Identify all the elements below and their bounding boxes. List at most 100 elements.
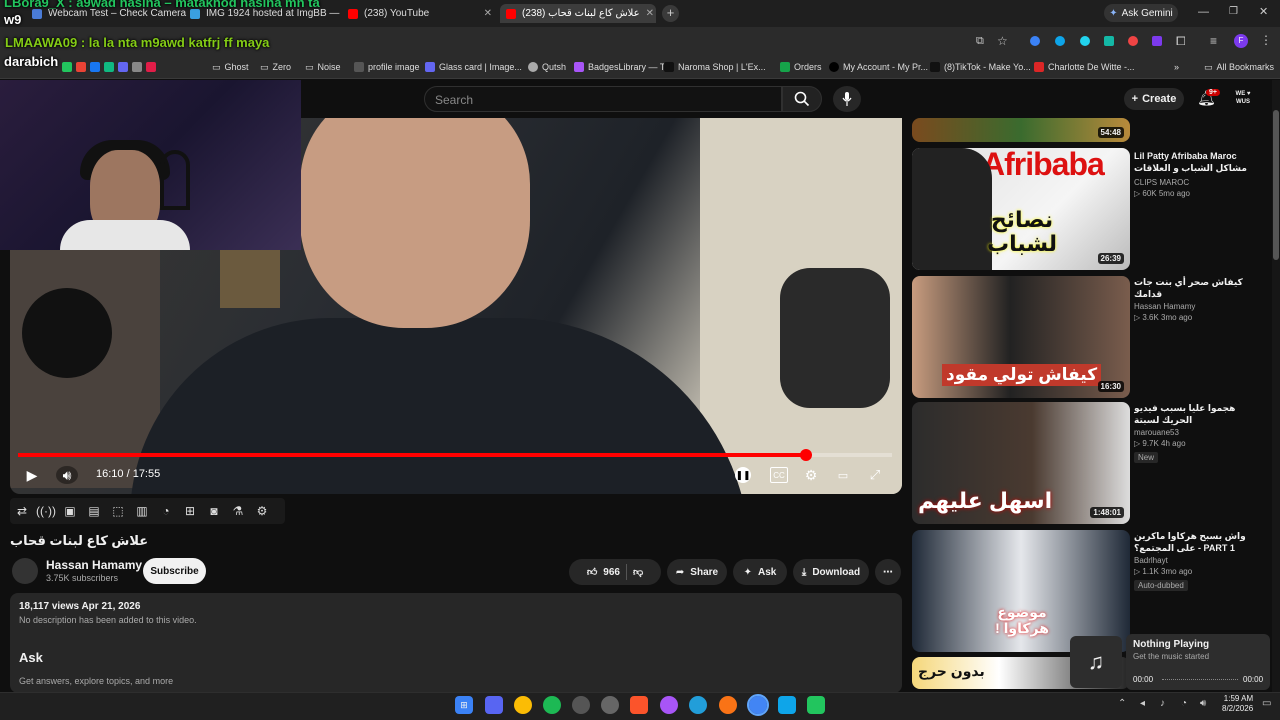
play-icon[interactable]: ▶ xyxy=(22,466,42,484)
tab-youtube-home[interactable]: (238) YouTube ✕ xyxy=(342,4,498,23)
minimize-icon[interactable]: — xyxy=(1198,6,1209,18)
more-actions-button[interactable]: ⋯ xyxy=(875,559,901,585)
download-button[interactable]: ⤓ Download xyxy=(793,559,869,585)
sidebar-thumbnail[interactable]: اسهل عليهم 1:48:01 xyxy=(912,402,1130,524)
cast-icon[interactable]: ⧉ xyxy=(976,35,984,48)
flask-icon[interactable]: ⚗ xyxy=(226,501,250,521)
page-scrollbar[interactable] xyxy=(1272,80,1280,692)
search-button[interactable] xyxy=(782,86,822,112)
extension-icon[interactable] xyxy=(1080,36,1090,46)
subscribe-button[interactable]: Subscribe xyxy=(143,558,206,584)
cinema-icon[interactable]: ▥ xyxy=(130,501,154,521)
bookmark-badgeslibrary[interactable]: BadgesLibrary — T... xyxy=(574,59,672,75)
scrollbar-thumb[interactable] xyxy=(1273,110,1279,260)
speed-gauge-icon[interactable]: ◔ xyxy=(154,501,178,521)
create-button[interactable]: + Create xyxy=(1124,88,1184,110)
app-icon[interactable] xyxy=(660,696,678,714)
audio-waves-icon[interactable]: ((·)) xyxy=(34,501,58,521)
bookmark-qutsh[interactable]: Qutsh xyxy=(528,59,566,75)
volume-icon[interactable]: 🔊︎ xyxy=(56,466,78,484)
ask-gemini-button[interactable]: ✦ Ask Gemini xyxy=(1104,4,1178,22)
bookmark-naroma-shop[interactable]: Naroma Shop | L'Ex... xyxy=(664,59,766,75)
bookmark-noise[interactable]: ▭ Noise xyxy=(305,59,341,75)
theater-mode-icon[interactable]: ▭ xyxy=(834,467,852,483)
close-tab-icon[interactable]: ✕ xyxy=(484,8,492,19)
fullscreen-icon[interactable]: ⤢ xyxy=(866,466,884,484)
maximize-icon[interactable]: ❐ xyxy=(1229,6,1238,17)
all-bookmarks[interactable]: ▭ All Bookmarks xyxy=(1204,59,1274,75)
bookmark-tiktok[interactable]: (8)TikTok - Make Yo... xyxy=(930,59,1031,75)
sidebar-video-meta[interactable]: هجموا عليا بسبب فيديو الحريك لسبتة marou… xyxy=(1134,402,1262,463)
obs-icon[interactable] xyxy=(572,696,590,714)
notification-center-icon[interactable]: ▭ xyxy=(1262,698,1271,709)
account-avatar[interactable]: WE ♥ WUS xyxy=(1232,90,1254,108)
bookmark-star-icon[interactable]: ☆ xyxy=(997,34,1008,48)
sidebar-thumbnail[interactable]: موضوع هركاوا ! xyxy=(912,530,1130,652)
reading-list-icon[interactable]: ≡ xyxy=(1210,34,1217,48)
clip-icon[interactable]: ▤ xyxy=(82,501,106,521)
extension-icon[interactable] xyxy=(1055,36,1065,46)
share-button[interactable]: ➦ Share xyxy=(667,559,727,585)
description-box[interactable]: 18,117 views Apr 21, 2026 No description… xyxy=(10,593,902,693)
more-menu-icon[interactable]: ⋮ xyxy=(1260,33,1272,47)
bookmark-glass-card[interactable]: Glass card | Image... xyxy=(425,59,522,75)
sidebar-video-meta[interactable]: Lil Patty Afribaba Maroc مشاكل الشباب و … xyxy=(1134,150,1262,198)
autoplay-toggle[interactable]: ❚❚ xyxy=(735,467,751,483)
thumbs-down-icon[interactable]: 👎︎ xyxy=(633,566,643,578)
extensions-puzzle-icon[interactable]: ⧠ xyxy=(1176,34,1186,49)
new-tab-button[interactable]: + xyxy=(662,5,679,22)
github-icon[interactable] xyxy=(601,696,619,714)
captions-icon[interactable]: CC xyxy=(770,467,788,483)
sidebar-thumbnail[interactable]: Afribaba نصائح لشباب 26:39 xyxy=(912,148,1130,270)
profile-avatar[interactable]: F xyxy=(1234,34,1248,48)
now-playing-widget[interactable]: Nothing Playing Get the music started 00… xyxy=(1126,634,1270,690)
telegram-icon[interactable] xyxy=(689,696,707,714)
now-playing-progress[interactable] xyxy=(1162,679,1238,680)
close-tab-icon[interactable]: ✕ xyxy=(646,8,654,19)
tray-chevron-icon[interactable]: ⌃ xyxy=(1118,698,1126,709)
search-input[interactable]: Search xyxy=(424,86,782,112)
music-note-icon[interactable]: ♫ xyxy=(1070,636,1122,688)
ask-button[interactable]: ✦ Ask xyxy=(733,559,787,585)
bookmark-my-account[interactable]: My Account - My Pr... xyxy=(829,59,928,75)
speaker-icon[interactable]: 🔊︎ xyxy=(1200,698,1206,709)
app-icon[interactable] xyxy=(807,696,825,714)
tray-mic-icon[interactable]: ♪ xyxy=(1160,698,1165,709)
screenshot-area-icon[interactable]: ⬚ xyxy=(106,501,130,521)
system-clock[interactable]: 1:59 AM 8/2/2026 xyxy=(1222,694,1253,714)
spotify-icon[interactable] xyxy=(543,696,561,714)
channel-avatar[interactable] xyxy=(12,558,38,584)
chrome-active-icon[interactable] xyxy=(747,694,769,716)
sidebar-video-meta[interactable]: واش بسبح هركاوا ماكرين على المجتمع؟ - PA… xyxy=(1134,530,1262,591)
app-icon[interactable] xyxy=(719,696,737,714)
sidebar-thumbnail[interactable]: 54:48 xyxy=(912,118,1130,142)
channel-name[interactable]: Hassan Hamamy xyxy=(46,558,142,572)
like-button[interactable]: 👍︎ 966 xyxy=(587,566,620,579)
bookmark-profile-image[interactable]: profile image xyxy=(354,59,420,75)
mail-icon[interactable] xyxy=(778,696,796,714)
extension-settings-icon[interactable]: ⚙ xyxy=(250,501,274,521)
extension-icon[interactable] xyxy=(1128,36,1138,46)
sidebar-thumbnail[interactable]: كيفاش تولي مقود 16:30 xyxy=(912,276,1130,398)
extension-icon[interactable] xyxy=(1030,36,1040,46)
tab-youtube-video[interactable]: (238) علاش كاع لبنات قحاب ✕ xyxy=(500,4,656,23)
start-menu-icon[interactable]: ⊞ xyxy=(455,696,473,714)
settings-gear-icon[interactable]: ⚙ xyxy=(802,466,820,484)
brave-icon[interactable] xyxy=(630,696,648,714)
bookmark-charlotte[interactable]: Charlotte De Witte -... xyxy=(1034,59,1135,75)
bookmark-ghost[interactable]: ▭ Ghost xyxy=(212,59,249,75)
extension-icon[interactable] xyxy=(1104,36,1114,46)
extension-icon[interactable] xyxy=(1152,36,1162,46)
close-window-icon[interactable]: ✕ xyxy=(1259,5,1268,18)
bookmark-orders[interactable]: Orders xyxy=(780,59,822,75)
wifi-icon[interactable]: ◔ xyxy=(1181,698,1187,709)
camera-icon[interactable]: ◙ xyxy=(202,501,226,521)
discord-icon[interactable] xyxy=(485,696,503,714)
bookmark-zero[interactable]: ▭ Zero xyxy=(260,59,291,75)
voice-search-button[interactable] xyxy=(833,86,861,112)
add-to-playlist-icon[interactable]: ⊞ xyxy=(178,501,202,521)
mini-player-icon[interactable]: ▣ xyxy=(58,501,82,521)
tray-icon[interactable]: ◂ xyxy=(1140,698,1145,709)
chrome-icon[interactable] xyxy=(514,696,532,714)
loop-icon[interactable]: ⇄ xyxy=(10,501,34,521)
